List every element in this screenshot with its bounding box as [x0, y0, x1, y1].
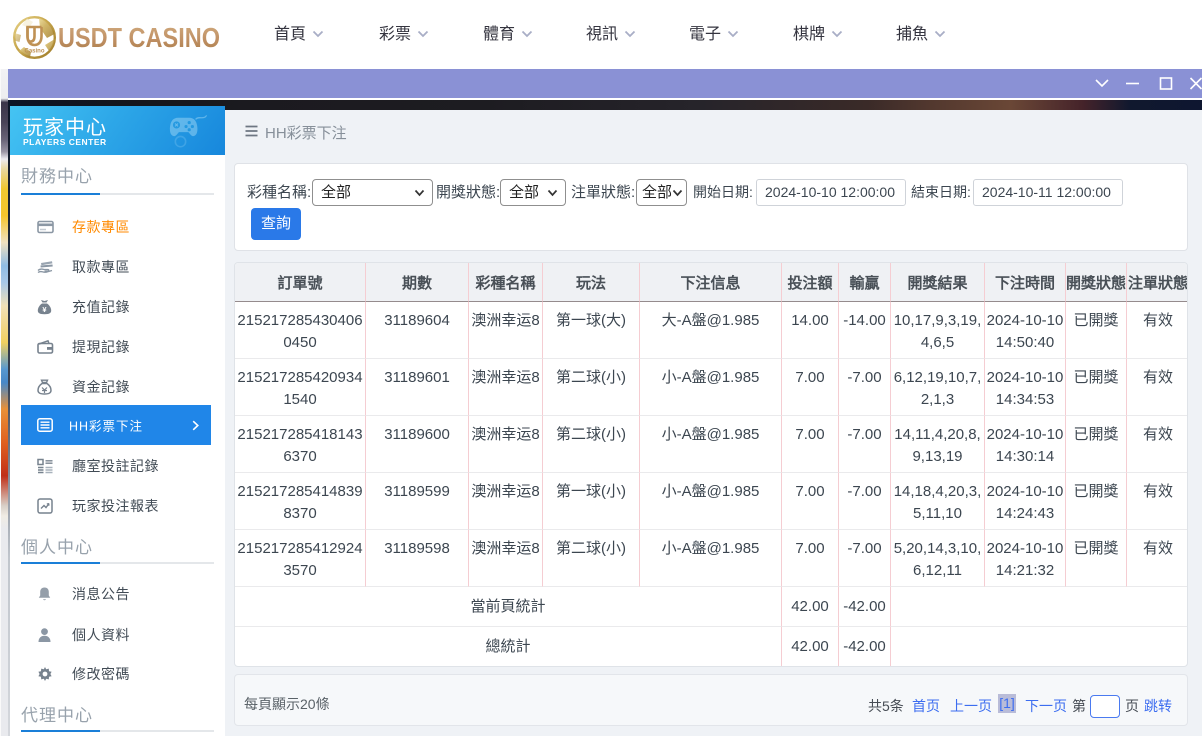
svg-text:Casino: Casino — [24, 49, 44, 55]
